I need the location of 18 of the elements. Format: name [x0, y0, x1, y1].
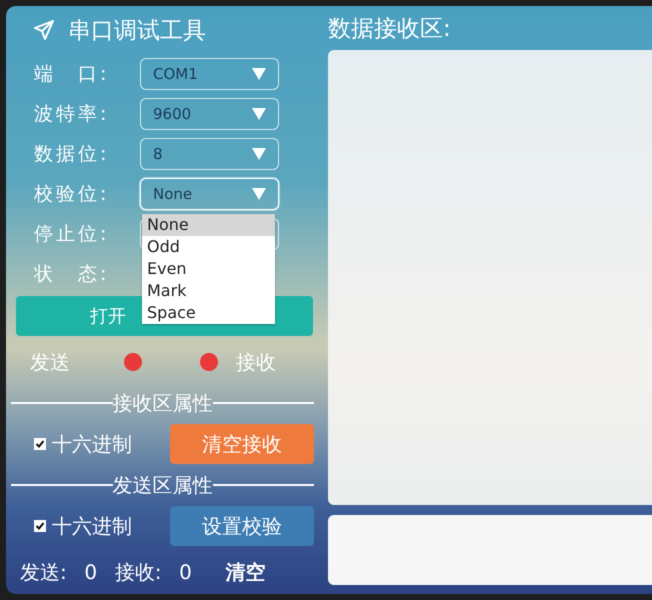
- section-heading: 发送区属性: [112, 472, 212, 498]
- app-title: 串口调试工具: [68, 16, 206, 46]
- setting-label: 停止位:: [33, 222, 110, 247]
- send-label: 发送: [30, 348, 71, 376]
- setting-label: 波特率:: [33, 102, 110, 127]
- counter-value: 0: [83, 560, 98, 584]
- checkbox-label: 十六进制: [52, 430, 132, 458]
- section-heading: 接收区属性: [112, 390, 212, 416]
- counter-value: 0: [178, 560, 193, 584]
- counter-label: 接收:: [114, 558, 162, 586]
- setting-label: 校验位:: [33, 182, 110, 207]
- counter-label: 发送:: [20, 558, 67, 586]
- checkbox-label: 十六进制: [52, 512, 132, 540]
- setting-label: 数据位:: [33, 142, 110, 167]
- receive-area-title: 数据接收区:: [328, 14, 452, 44]
- setting-label: 端 口:: [33, 62, 110, 87]
- setting-label: 状 态:: [32, 262, 110, 287]
- receive-label: 接收: [236, 348, 277, 376]
